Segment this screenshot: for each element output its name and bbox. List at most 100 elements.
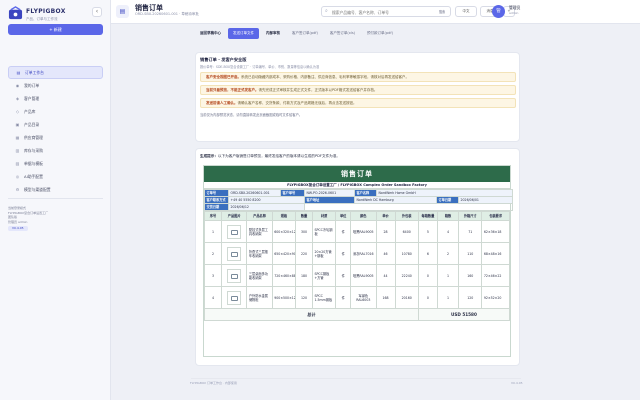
tab-5[interactable]: 预付款订单(pdf) — [362, 28, 398, 39]
table-row: 3 三层桌面多功能收纳架720×460×880mm180SPCC钢板+方管件哑黑R… — [204, 264, 510, 287]
sidebar-item-icon: ▤ — [16, 70, 21, 75]
order-info-table: 订单号 ORD-SBX-20260601-001 客户单号 NW-PO-2026… — [204, 189, 514, 211]
collapse-sidebar-icon[interactable]: ‹ — [92, 7, 102, 17]
sidebar: FLYPIGBOX 产品、订单与工作流 ‹ + 新建 ▤ 订单工作台 ◉ 我的订单 ◈ 客… — [0, 0, 111, 400]
tab-1[interactable]: 发送订单文件 — [228, 28, 259, 39]
cell-box_size: 120 — [458, 286, 483, 309]
cell-name: 三层桌面多功能收纳架 — [246, 264, 273, 287]
cell-spec: 900×500×1200mm — [271, 286, 297, 309]
customer-po-label: 客户单号 — [280, 189, 305, 197]
product-image-cell — [220, 286, 248, 309]
table-row: 4户外防水金属储物柜900×500×1200mm120SPCC 1.5mm钢板件… — [204, 286, 510, 309]
sidebar-footer: 当前登录模式 FLYPIGBOX复合订单设置工厂 团队版 管理员 admin V… — [8, 206, 103, 231]
avatar[interactable]: 管 — [492, 5, 505, 18]
cell-qty: 220 — [295, 242, 313, 265]
tab-2[interactable]: 内部审核 — [261, 28, 285, 39]
column-header: 箱数 — [436, 211, 460, 221]
table-row: 2 折叠式三层推车收纳架650×420×900mm22020×20方管+钢板件深灰… — [204, 242, 510, 265]
tab-3[interactable]: 客户签订单(pdf) — [287, 28, 323, 39]
sidebar-nav: ▤ 订单工作台 ◉ 我的订单 ◈ 客户管理 ◇ 产品库 ▣ 产品目录 ▦ 供应商管理 ▥ 库存与采购 ▨ 单据… — [8, 66, 103, 196]
sidebar-item-icon: ⚙ — [15, 187, 20, 192]
document-icon: ▤ — [116, 5, 129, 18]
cell-color: 深灰RAL7016 — [350, 242, 377, 265]
send-title: 销售订单 · 发客户安全版 — [200, 57, 247, 62]
search-input[interactable] — [332, 8, 422, 16]
preview-caption: 生成提示：以下为客户版销售订单预览，最终发给客户的版本请以生成的PDF文件为准。 — [200, 154, 516, 159]
cell-idx: 1 — [204, 220, 222, 243]
cell-spec: 720×460×880mm — [271, 264, 297, 287]
sidebar-item-label: 单据与模板 — [24, 160, 43, 166]
column-header: 材质 — [311, 211, 337, 221]
send-subtitle: 报价单号：SDE-BOX复合设置工厂 · 订单编号、单价、币别、数量等信息以确认… — [200, 65, 320, 69]
cell-name: 折叠式三层推车收纳架 — [246, 242, 273, 265]
column-header: 单位 — [335, 211, 352, 221]
preview-caption-text: 以下为客户版销售订单预览，最终发给客户的版本请以生成的PDF文件为准。 — [217, 154, 340, 158]
cell-pack: 22240 — [394, 264, 419, 287]
customer-value: NordWerk Home GmbH — [375, 189, 514, 197]
sidebar-item-3[interactable]: ◇ 产品库 — [8, 105, 103, 118]
sidebar-item-5[interactable]: ▦ 供应商管理 — [8, 131, 103, 144]
sidebar-item-icon: ◎ — [15, 174, 20, 179]
cell-price: 44 — [375, 264, 396, 287]
sidebar-item-6[interactable]: ▥ 库存与采购 — [8, 144, 103, 157]
new-button[interactable]: + 新建 — [8, 24, 103, 35]
action-tabs: 返回草稿中心 发送订单文件 内部审核 客户签订单(pdf) 客户签订单(xls) 预付款订… — [195, 28, 520, 39]
column-header: 每箱数量 — [417, 211, 438, 221]
order-no-value: ORD-SBX-20260601-001 — [228, 189, 281, 197]
cell-req: 68×48×16 — [481, 242, 510, 265]
address-value: NordWerk DC Hamburg — [354, 196, 437, 204]
column-header: 规格 — [271, 211, 297, 221]
cell-box_size: 160 — [458, 264, 483, 287]
sidebar-item-label: 产品库 — [24, 108, 36, 114]
cell-qty: 180 — [295, 264, 313, 287]
sidebar-item-label: AI助手配置 — [24, 173, 43, 179]
search-button[interactable]: 搜索 — [436, 9, 448, 16]
tab-0[interactable]: 返回草稿中心 — [195, 28, 226, 39]
cell-boxes: 1 — [436, 286, 460, 309]
cell-per: 5 — [417, 220, 438, 243]
cell-req: 92×52×20 — [481, 286, 510, 309]
cell-unit: 件 — [335, 286, 352, 309]
app-logo[interactable]: FLYPIGBOX 产品、订单与工作流 — [8, 6, 128, 26]
notice-key: 发送前请人工确认。 — [206, 101, 238, 105]
sidebar-item-2[interactable]: ◈ 客户管理 — [8, 92, 103, 105]
search-box[interactable]: ⌕ 搜索 — [321, 6, 451, 17]
cell-name: 壁挂式多层工具收纳架 — [246, 220, 273, 243]
total-label: 总计 — [204, 308, 419, 321]
cell-idx: 4 — [204, 286, 222, 309]
cell-color: 哑黑RAL9005 — [350, 264, 377, 287]
sidebar-item-icon: ▥ — [15, 148, 20, 153]
notice-key: 当前只看预览，不能正式发客户。 — [206, 88, 259, 92]
sidebar-divider — [8, 198, 103, 199]
delivery-value: 2026/06/12 — [228, 203, 305, 211]
sidebar-item-label: 产品目录 — [24, 121, 40, 127]
language-button[interactable]: 中文 — [455, 6, 477, 17]
notice-key: 客户安全视图已开启。 — [206, 75, 241, 79]
send-card: 销售订单 · 发客户安全版 报价单号：SDE-BOX复合设置工厂 · 订单编号、… — [195, 52, 520, 142]
cell-per: 0 — [417, 264, 438, 287]
current-user[interactable]: 管理员 admin — [8, 220, 103, 225]
cell-boxes: 4 — [436, 220, 460, 243]
footer-right: V0.4.05 — [511, 381, 523, 385]
column-header: 产品名称 — [246, 211, 273, 221]
order-date-value: 2026/06/01 — [457, 196, 514, 204]
info-blank — [303, 203, 514, 211]
product-image-icon — [227, 290, 242, 305]
sidebar-item-4[interactable]: ▣ 产品目录 — [8, 118, 103, 131]
cell-color: 军绿色RAL6003 — [350, 286, 377, 309]
notice-text: 系统已自动隐藏内部成本、采购价格、内部备注、供应商信息、毛利率等敏感字段，请核对… — [241, 75, 409, 79]
cell-pack: 10780 — [394, 242, 419, 265]
sidebar-item-8[interactable]: ◎ AI助手配置 — [8, 170, 103, 183]
total-value: USD 51580 — [417, 308, 511, 321]
sidebar-item-1[interactable]: ◉ 我的订单 — [8, 79, 103, 92]
page-subtitle: ORD-SBX-20260601-001 · 草稿待审批 — [135, 12, 199, 16]
cell-mat: 20×20方管+钢板 — [311, 242, 337, 265]
cell-unit: 件 — [335, 220, 352, 243]
sidebar-item-0[interactable]: ▤ 订单工作台 — [8, 66, 103, 79]
document-title: 销售订单 — [204, 166, 510, 182]
topbar: ▤ 销售订单 ORD-SBX-20260601-001 · 草稿待审批 ⌕ 搜索… — [111, 0, 640, 24]
sidebar-item-9[interactable]: ⚙ 模型与渠道配置 — [8, 183, 103, 196]
tab-4[interactable]: 客户签订单(xls) — [325, 28, 360, 39]
cell-color: 哑黑RAL9005 — [350, 220, 377, 243]
sidebar-item-7[interactable]: ▨ 单据与模板 — [8, 157, 103, 170]
